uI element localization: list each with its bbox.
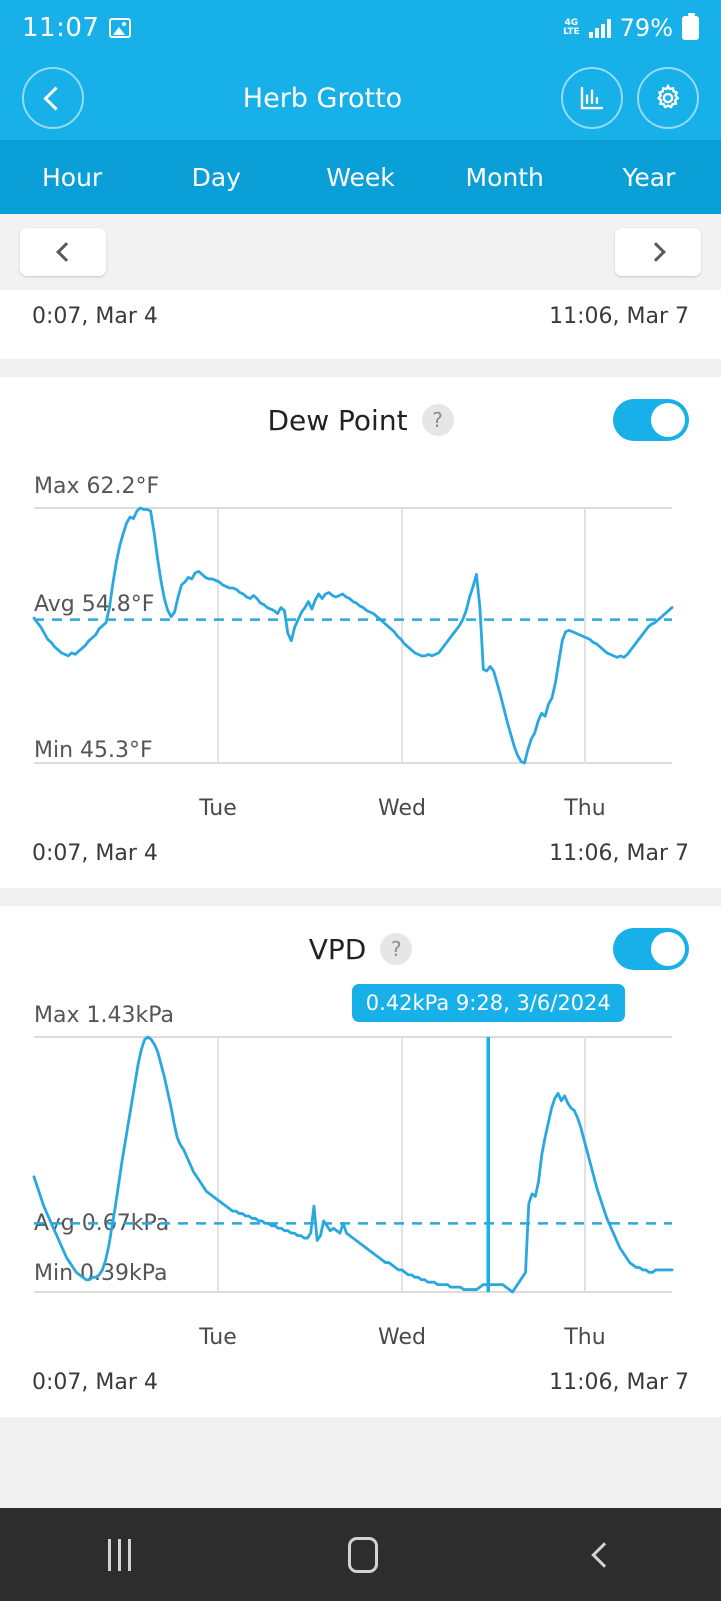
dew-point-title: Dew Point — [267, 403, 408, 437]
card-gap — [0, 1417, 721, 1435]
tab-month[interactable]: Month — [433, 163, 577, 192]
dew-point-header: Dew Point ? — [0, 377, 721, 463]
dew-point-avg-label: Avg 54.8°F — [34, 592, 154, 617]
dew-point-range: 0:07, Mar 4 11:06, Mar 7 — [0, 835, 721, 888]
home-icon[interactable] — [347, 1536, 378, 1573]
phone-screen: 11:07 4G LTE 79% Herb Grotto Hour Day We… — [0, 0, 721, 1601]
vpd-toggle[interactable] — [613, 928, 689, 970]
vpd-range: 0:07, Mar 4 11:06, Mar 7 — [0, 1364, 721, 1417]
gear-icon — [656, 83, 680, 109]
card-gap — [0, 888, 721, 906]
range-end-label: 11:06, Mar 7 — [549, 304, 689, 329]
vpd-xtick-wed: Wed — [378, 1325, 426, 1350]
vpd-xaxis: Tue Wed Thu — [198, 1325, 605, 1350]
page-title: Herb Grotto — [242, 82, 403, 114]
chart-view-button[interactable] — [560, 67, 623, 129]
back-button[interactable] — [22, 67, 84, 129]
vpd-xtick-tue: Tue — [198, 1325, 237, 1350]
chevron-left-icon — [43, 85, 68, 111]
back-icon[interactable] — [590, 1541, 617, 1568]
vpd-chart[interactable]: 0.42kPa 9:28, 3/6/2024 Max 1.43kPa Avg 0… — [0, 984, 721, 1364]
card-gap — [0, 359, 721, 377]
range-start-label: 0:07, Mar 4 — [32, 841, 158, 866]
pager-next-button[interactable] — [615, 228, 701, 276]
time-range-tabs: Hour Day Week Month Year — [0, 140, 721, 214]
partial-top-card: 0:07, Mar 4 11:06, Mar 7 — [0, 290, 721, 359]
range-pager — [0, 214, 721, 290]
tab-hour[interactable]: Hour — [0, 163, 144, 192]
dew-point-toggle[interactable] — [613, 399, 689, 441]
range-start-label: 0:07, Mar 4 — [32, 1370, 158, 1395]
chevron-right-icon — [645, 242, 666, 262]
app-bar: Herb Grotto — [0, 56, 721, 140]
settings-button[interactable] — [636, 67, 699, 129]
lte-data-icon: 4G LTE — [563, 19, 580, 37]
vpd-xtick-thu: Thu — [563, 1325, 605, 1350]
vpd-cursor-tooltip: 0.42kPa 9:28, 3/6/2024 — [351, 984, 625, 1022]
dew-point-xtick-wed: Wed — [378, 796, 426, 821]
app-bar-actions — [560, 67, 699, 129]
tab-year[interactable]: Year — [577, 163, 721, 192]
chevron-left-icon — [55, 242, 76, 262]
dew-point-max-label: Max 62.2°F — [34, 474, 159, 499]
battery-icon — [682, 13, 699, 40]
status-bar: 11:07 4G LTE 79% — [0, 0, 721, 56]
vpd-max-label: Max 1.43kPa — [34, 1003, 174, 1028]
pager-prev-button[interactable] — [20, 228, 106, 276]
range-end-label: 11:06, Mar 7 — [549, 841, 689, 866]
tab-day[interactable]: Day — [144, 163, 288, 192]
tab-week[interactable]: Week — [288, 163, 432, 192]
dew-point-xtick-tue: Tue — [198, 796, 237, 821]
dew-point-min-label: Min 45.3°F — [34, 738, 153, 763]
help-icon[interactable]: ? — [380, 933, 413, 965]
status-bar-clock: 11:07 — [22, 13, 100, 43]
battery-percent-label: 79% — [619, 14, 673, 42]
dew-point-card: Dew Point ? Max 62.2°F Avg 54.8°F Min 45… — [0, 377, 721, 888]
status-bar-left: 11:07 — [22, 13, 132, 43]
image-icon — [109, 18, 132, 38]
vpd-card: VPD ? 0.42kPa 9:28, 3/6/2024 Max 1.43kPa… — [0, 906, 721, 1417]
range-start-label: 0:07, Mar 4 — [32, 304, 158, 329]
signal-bars-icon — [588, 18, 611, 38]
vpd-title: VPD — [308, 932, 367, 966]
range-end-label: 11:06, Mar 7 — [549, 1370, 689, 1395]
partial-card-range: 0:07, Mar 4 11:06, Mar 7 — [0, 290, 721, 359]
android-nav-bar — [0, 1508, 721, 1601]
dew-point-xaxis: Tue Wed Thu — [198, 796, 605, 821]
help-icon[interactable]: ? — [421, 404, 454, 436]
vpd-chart-svg: Max 1.43kPa Avg 0.67kPa Min 0.39kPa — [32, 1003, 674, 1294]
status-bar-right: 4G LTE 79% — [563, 13, 699, 42]
dew-point-xtick-thu: Thu — [563, 796, 605, 821]
vpd-header: VPD ? — [0, 906, 721, 992]
bar-chart-icon — [580, 86, 604, 110]
dew-point-chart-svg: Max 62.2°F Avg 54.8°F Min 45.3°F — [32, 474, 674, 765]
lte-label-bottom: LTE — [563, 27, 580, 37]
recents-icon[interactable] — [108, 1538, 132, 1571]
dew-point-chart[interactable]: Max 62.2°F Avg 54.8°F Min 45.3°F Tue Wed… — [0, 463, 721, 835]
